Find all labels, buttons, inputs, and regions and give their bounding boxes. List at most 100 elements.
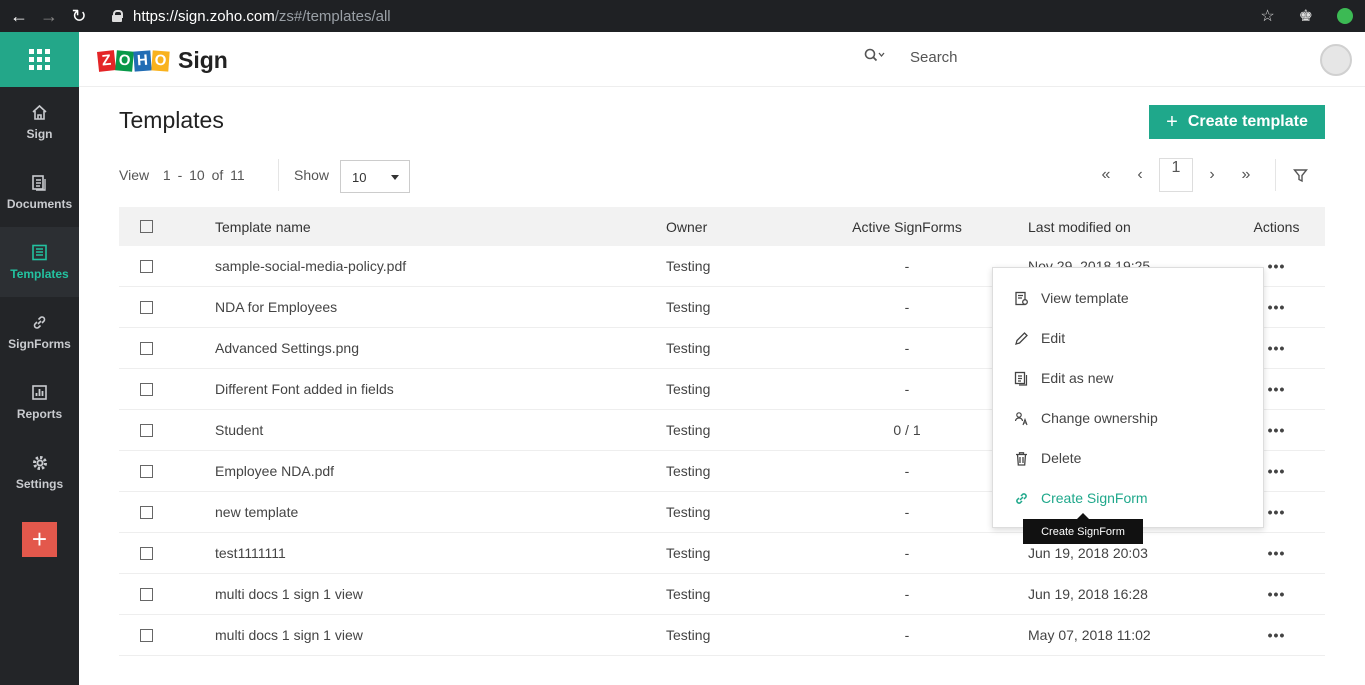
change-owner-icon <box>1013 410 1029 426</box>
first-page-icon[interactable]: « <box>1089 166 1123 184</box>
select-all-checkbox[interactable] <box>140 220 153 233</box>
menu-item-edit-as-new[interactable]: Edit as new <box>993 358 1263 398</box>
tooltip: Create SignForm <box>1023 513 1143 544</box>
column-header-active-signforms[interactable]: Active SignForms <box>826 219 1028 235</box>
url-host: https://sign.zoho.com <box>133 7 275 25</box>
menu-item-label: Change ownership <box>1041 410 1158 426</box>
menu-item-edit[interactable]: Edit <box>993 318 1263 358</box>
column-header-name[interactable]: Template name <box>215 219 666 235</box>
owner: Testing <box>666 381 711 397</box>
table-row[interactable]: multi docs 1 sign 1 view Testing - Jun 19, … <box>119 574 1325 615</box>
row-checkbox[interactable] <box>140 259 153 273</box>
page-size-select[interactable]: 10 <box>340 160 410 193</box>
view-label: View <box>119 167 150 183</box>
sidebar-item-sign[interactable]: Sign <box>0 87 79 157</box>
template-name[interactable]: new template <box>215 504 666 520</box>
pagination: « ‹ 1 › » <box>1089 158 1263 192</box>
template-name[interactable]: sample-social-media-policy.pdf <box>215 258 666 274</box>
extension-badge-icon[interactable] <box>1337 8 1353 24</box>
sidebar-item-reports[interactable]: Reports <box>0 367 79 437</box>
sidebar-item-label: Documents <box>6 196 73 211</box>
template-name[interactable]: Advanced Settings.png <box>215 340 666 356</box>
table-row[interactable]: multi docs 1 sign 1 view Testing - May 07, … <box>119 615 1325 656</box>
address-bar[interactable]: https://sign.zoho.com/zs#/templates/all <box>112 0 391 32</box>
row-checkbox[interactable] <box>140 628 153 642</box>
prev-page-icon[interactable]: ‹ <box>1123 166 1157 184</box>
filter-icon[interactable] <box>1293 168 1308 188</box>
forward-arrow-icon[interactable]: → <box>38 6 60 27</box>
of-label: of <box>211 167 224 183</box>
table-row[interactable]: test1111111 Testing - Jun 19, 2018 20:03 ••• <box>119 533 1325 574</box>
range-separator: - <box>177 167 183 183</box>
menu-item-delete[interactable]: Delete <box>993 438 1263 478</box>
bookmark-star-icon[interactable]: ☆ <box>1260 6 1274 26</box>
sidebar-item-signforms[interactable]: SignForms <box>0 297 79 367</box>
row-checkbox[interactable] <box>140 587 153 601</box>
range-end: 10 <box>189 167 205 183</box>
product-name: Sign <box>178 47 228 73</box>
create-template-button[interactable]: + Create template <box>1149 105 1325 139</box>
more-actions-icon[interactable]: ••• <box>1228 586 1325 602</box>
sidebar-item-documents[interactable]: Documents <box>0 157 79 227</box>
avatar[interactable] <box>1320 44 1352 76</box>
table-header: Template name Owner Active SignForms Las… <box>119 207 1325 246</box>
row-checkbox[interactable] <box>140 300 153 314</box>
apps-grid-button[interactable] <box>0 32 79 87</box>
column-header-owner[interactable]: Owner <box>666 219 826 235</box>
caret-down-icon <box>391 175 399 180</box>
search-icon[interactable] <box>864 48 886 66</box>
template-name[interactable]: NDA for Employees <box>215 299 666 315</box>
home-icon <box>31 104 49 122</box>
top-bar: Z O H O Sign Search <box>79 32 1365 87</box>
owner: Testing <box>666 504 711 520</box>
owner: Testing <box>666 299 711 315</box>
sidebar-item-label: Templates <box>10 266 69 281</box>
row-checkbox[interactable] <box>140 341 153 355</box>
row-checkbox[interactable] <box>140 423 153 437</box>
templates-icon <box>31 244 49 262</box>
more-actions-icon[interactable]: ••• <box>1228 627 1325 643</box>
template-name[interactable]: Employee NDA.pdf <box>215 463 666 479</box>
zoho-sign-logo[interactable]: Z O H O Sign <box>97 47 228 74</box>
plus-icon: + <box>1166 110 1178 133</box>
row-checkbox[interactable] <box>140 505 153 519</box>
template-name[interactable]: multi docs 1 sign 1 view <box>215 627 666 643</box>
template-name[interactable]: Student <box>215 422 666 438</box>
row-checkbox[interactable] <box>140 546 153 560</box>
back-arrow-icon[interactable]: ← <box>8 6 30 27</box>
menu-item-label: View template <box>1041 290 1129 306</box>
sidebar-item-settings[interactable]: Settings <box>0 437 79 507</box>
column-header-last-modified[interactable]: Last modified on <box>1028 219 1228 235</box>
copy-icon <box>1013 370 1029 386</box>
row-checkbox[interactable] <box>140 382 153 396</box>
view-range-info: View 1 - 10 of 11 <box>119 167 245 183</box>
last-page-icon[interactable]: » <box>1229 166 1263 184</box>
row-checkbox[interactable] <box>140 464 153 478</box>
sidebar-item-label: Settings <box>15 476 64 491</box>
add-button[interactable]: + <box>22 522 57 557</box>
active-signforms: - <box>904 586 910 602</box>
sidebar-item-templates[interactable]: Templates <box>0 227 79 297</box>
search-bar[interactable]: Search <box>864 48 958 66</box>
search-input[interactable]: Search <box>910 49 958 66</box>
template-name[interactable]: multi docs 1 sign 1 view <box>215 586 666 602</box>
menu-item-label: Create SignForm <box>1041 490 1148 506</box>
menu-item-view-template[interactable]: View template <box>993 278 1263 318</box>
show-label: Show <box>294 167 330 183</box>
menu-item-create-signform[interactable]: Create SignForm <box>993 478 1263 518</box>
more-actions-icon[interactable]: ••• <box>1228 545 1325 561</box>
template-name[interactable]: test1111111 <box>215 545 666 561</box>
next-page-icon[interactable]: › <box>1195 166 1229 184</box>
owner: Testing <box>666 627 711 643</box>
reload-icon[interactable]: ↻ <box>68 6 90 27</box>
menu-item-change-ownership[interactable]: Change ownership <box>993 398 1263 438</box>
divider <box>278 159 279 191</box>
active-signforms: - <box>904 627 910 643</box>
template-name[interactable]: Different Font added in fields <box>215 381 666 397</box>
page-number-input[interactable]: 1 <box>1159 158 1193 192</box>
owner: Testing <box>666 340 711 356</box>
documents-icon <box>31 174 49 192</box>
extension-icon[interactable]: ♚ <box>1299 6 1313 26</box>
sidebar-item-label: SignForms <box>8 336 71 351</box>
owner: Testing <box>666 586 711 602</box>
